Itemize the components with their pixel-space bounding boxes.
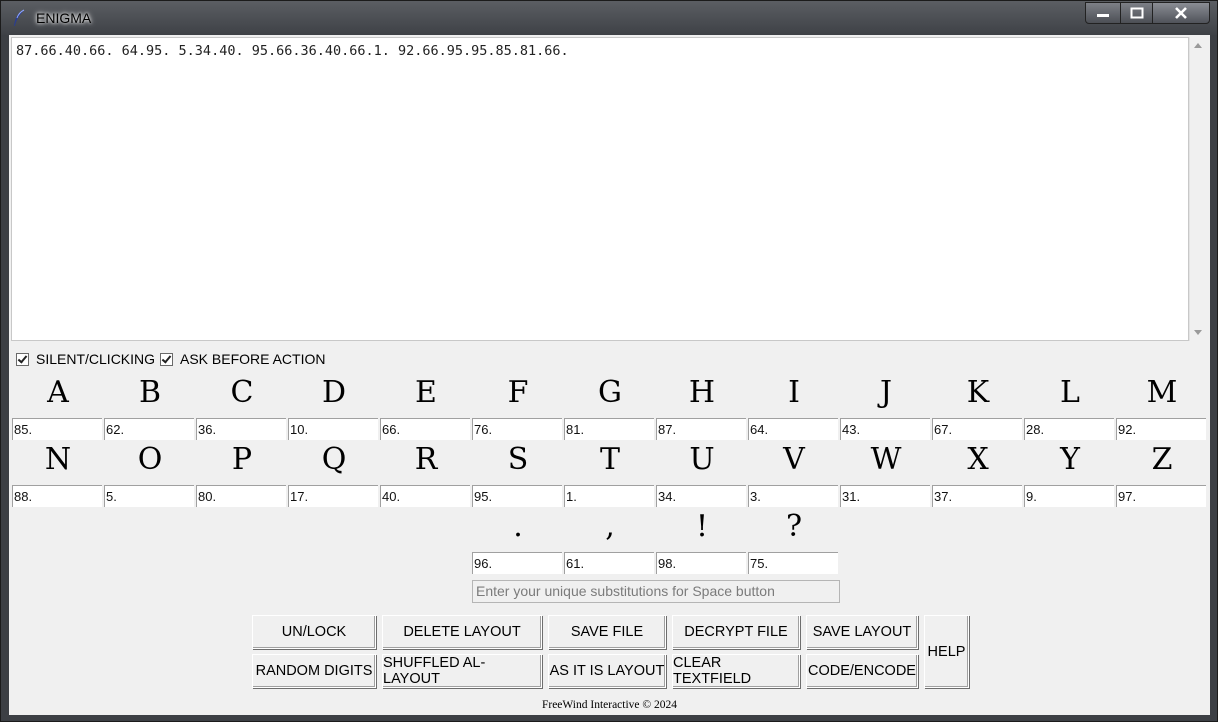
- letter-code-input[interactable]: 40.: [380, 485, 470, 507]
- letter-label: N: [44, 442, 72, 477]
- minimize-icon: [1097, 14, 1109, 17]
- symbol-label: .: [513, 509, 523, 544]
- letter-label: Z: [1151, 442, 1173, 477]
- letter-label: M: [1146, 375, 1178, 410]
- letter-code-input[interactable]: 80.: [196, 485, 286, 507]
- code-encode-button[interactable]: CODE/ENCODE: [806, 654, 918, 688]
- letter-code-input[interactable]: 88.: [12, 485, 102, 507]
- save-file-button[interactable]: SAVE FILE: [548, 615, 666, 649]
- letter-code-input[interactable]: 10.: [288, 418, 378, 440]
- letter-label: F: [507, 375, 529, 410]
- letter-code-input[interactable]: 1.: [564, 485, 654, 507]
- ask-before-action-checkbox[interactable]: ASK BEFORE ACTION: [160, 351, 325, 367]
- space-substitution-input[interactable]: Enter your unique substitutions for Spac…: [472, 580, 840, 603]
- close-button[interactable]: [1152, 2, 1210, 24]
- letter-label: P: [231, 442, 253, 477]
- letter-label: D: [321, 375, 347, 410]
- symbol-code-input[interactable]: 61.: [564, 552, 654, 574]
- letter-label: T: [599, 442, 620, 477]
- letter-code-input[interactable]: 31.: [840, 485, 930, 507]
- decrypt-file-button[interactable]: DECRYPT FILE: [672, 615, 800, 649]
- letter-code-input[interactable]: 64.: [748, 418, 838, 440]
- silent-clicking-checkbox[interactable]: SILENT/CLICKING: [16, 351, 155, 367]
- letter-code-input[interactable]: 95.: [472, 485, 562, 507]
- unlock-button[interactable]: UN/LOCK: [252, 615, 376, 649]
- letter-label: G: [598, 375, 622, 410]
- letter-label: E: [415, 375, 437, 410]
- letter-code-input[interactable]: 9.: [1024, 485, 1114, 507]
- letter-code-input[interactable]: 81.: [564, 418, 654, 440]
- silent-clicking-label: SILENT/CLICKING: [36, 351, 156, 367]
- letter-code-input[interactable]: 37.: [932, 485, 1022, 507]
- symbol-label: !: [695, 509, 709, 544]
- letter-code-input[interactable]: 34.: [656, 485, 746, 507]
- maximize-icon: [1130, 7, 1143, 19]
- letter-code-input[interactable]: 28.: [1024, 418, 1114, 440]
- letter-label: Y: [1060, 442, 1080, 477]
- client-area: 87.66.40.66. 64.95. 5.34.40. 95.66.36.40…: [9, 35, 1210, 715]
- letter-label: K: [966, 375, 990, 410]
- scroll-up-icon[interactable]: [1194, 43, 1202, 48]
- clear-textfield-button[interactable]: CLEAR TEXTFIELD: [672, 654, 800, 688]
- letter-label: A: [47, 375, 69, 410]
- letter-code-input[interactable]: 76.: [472, 418, 562, 440]
- checkbox-checked-icon[interactable]: [16, 352, 29, 366]
- letter-label: R: [414, 442, 438, 477]
- symbol-label: ,: [605, 509, 615, 544]
- scroll-down-icon[interactable]: [1194, 330, 1202, 335]
- letter-label: X: [967, 442, 989, 477]
- letter-label: B: [138, 375, 162, 410]
- random-digits-button[interactable]: RANDOM DIGITS: [252, 654, 376, 688]
- letter-label: C: [230, 375, 254, 410]
- letter-label: Q: [321, 442, 347, 477]
- app-window: ENIGMA 87.66.40.66. 64.95. 5.34.40. 95.6…: [0, 0, 1218, 722]
- letter-label: V: [783, 442, 805, 477]
- as-it-is-layout-button[interactable]: AS IT IS LAYOUT: [548, 654, 666, 688]
- letter-code-input[interactable]: 97.: [1116, 485, 1206, 507]
- letter-code-input[interactable]: 3.: [748, 485, 838, 507]
- footer-copyright: FreeWind Interactive © 2024: [541, 699, 678, 711]
- help-button[interactable]: HELP: [924, 615, 969, 688]
- letter-code-input[interactable]: 67.: [932, 418, 1022, 440]
- letter-label: H: [688, 375, 716, 410]
- letter-code-input[interactable]: 5.: [104, 485, 194, 507]
- title-bar[interactable]: ENIGMA: [1, 1, 1217, 35]
- symbol-label: ?: [785, 509, 803, 544]
- letter-label: O: [137, 442, 163, 477]
- letter-label: U: [689, 442, 715, 477]
- window-title: ENIGMA: [36, 10, 92, 26]
- letter-code-input[interactable]: 87.: [656, 418, 746, 440]
- vertical-scrollbar[interactable]: [1189, 37, 1206, 341]
- letter-code-input[interactable]: 66.: [380, 418, 470, 440]
- letter-code-input[interactable]: 43.: [840, 418, 930, 440]
- letter-label: S: [507, 442, 529, 477]
- checkbox-checked-icon[interactable]: [160, 352, 173, 366]
- symbol-code-input[interactable]: 75.: [748, 552, 838, 574]
- letter-code-input[interactable]: 62.: [104, 418, 194, 440]
- symbol-code-input[interactable]: 98.: [656, 552, 746, 574]
- letter-code-input[interactable]: 92.: [1116, 418, 1206, 440]
- letter-label: J: [879, 375, 893, 410]
- ask-before-action-label: ASK BEFORE ACTION: [180, 351, 326, 367]
- letter-code-input[interactable]: 85.: [12, 418, 102, 440]
- message-textarea[interactable]: 87.66.40.66. 64.95. 5.34.40. 95.66.36.40…: [11, 37, 1189, 341]
- symbol-code-input[interactable]: 96.: [472, 552, 562, 574]
- minimize-button[interactable]: [1085, 2, 1121, 24]
- delete-layout-button[interactable]: DELETE LAYOUT: [382, 615, 542, 649]
- letter-label: I: [788, 375, 800, 410]
- save-layout-button[interactable]: SAVE LAYOUT: [806, 615, 918, 649]
- close-icon: [1175, 7, 1187, 19]
- feather-icon: [14, 9, 25, 26]
- letter-label: L: [1060, 375, 1080, 410]
- letter-label: W: [870, 442, 902, 477]
- shuffled-al-layout-button[interactable]: SHUFFLED AL-LAYOUT: [382, 654, 542, 688]
- maximize-button[interactable]: [1120, 2, 1153, 24]
- letter-code-input[interactable]: 36.: [196, 418, 286, 440]
- letter-code-input[interactable]: 17.: [288, 485, 378, 507]
